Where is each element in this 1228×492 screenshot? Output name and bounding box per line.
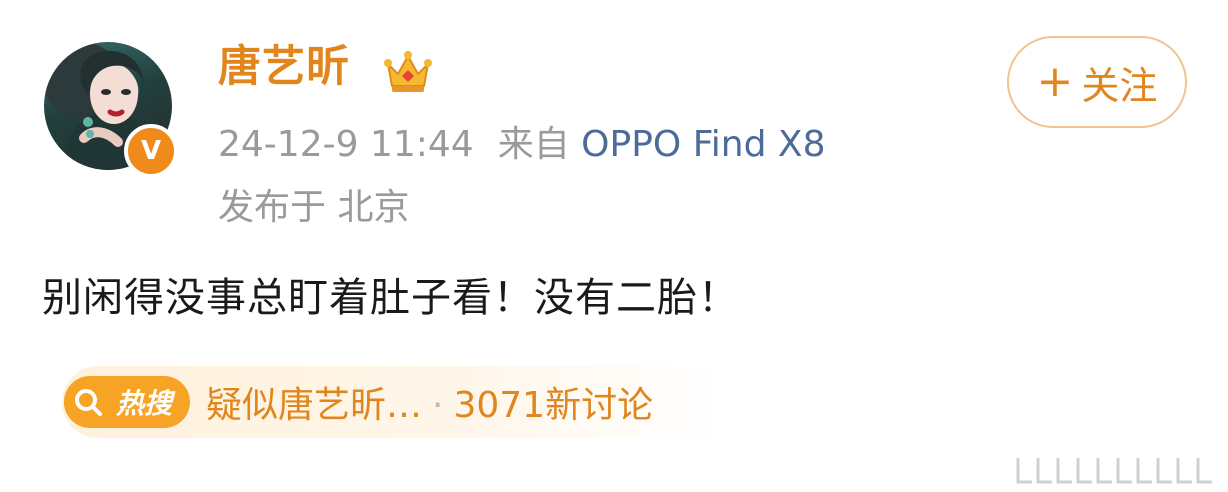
verified-badge-icon: V [124, 124, 178, 178]
source-prefix: 来自 [497, 124, 570, 165]
hot-search-discussion: 3071新讨论 [453, 385, 654, 426]
post-location: 发布于 北京 [218, 187, 410, 228]
device-link[interactable]: OPPO Find X8 [581, 124, 825, 165]
watermark-bars-icon [1016, 458, 1212, 484]
plus-icon: + [1036, 56, 1074, 107]
post-meta: 24-12-9 11:44 来自 OPPO Find X8 [218, 127, 825, 163]
hot-search-bar[interactable]: 热搜 疑似唐艺昕… · 3071新讨论 [62, 366, 722, 438]
hot-search-topic[interactable]: 疑似唐艺昕… [206, 385, 422, 426]
search-icon [64, 378, 112, 426]
post-timestamp: 24-12-9 11:44 [218, 124, 474, 165]
hot-search-text: 疑似唐艺昕… · 3071新讨论 [206, 376, 653, 428]
follow-button[interactable]: + 关注 [1007, 36, 1187, 128]
author-name[interactable]: 唐艺昕 [218, 46, 350, 89]
follow-label: 关注 [1081, 63, 1158, 108]
crown-icon[interactable] [382, 46, 434, 98]
hot-search-label: 热搜 [116, 387, 173, 420]
separator: · [432, 385, 444, 426]
hot-search-badge: 热搜 [64, 376, 190, 428]
post-content: 别闲得没事总盯着肚子看！没有二胎！ [42, 275, 739, 321]
